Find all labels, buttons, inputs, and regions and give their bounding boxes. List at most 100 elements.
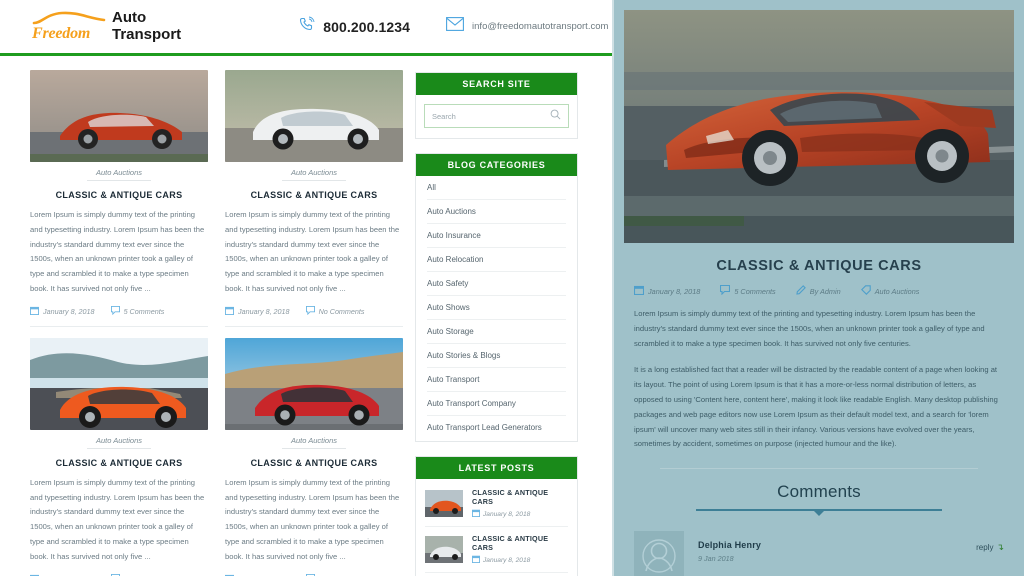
logo-wordmark: Auto Transport bbox=[112, 9, 182, 43]
post-category[interactable]: Auto Auctions bbox=[282, 168, 346, 181]
category-item[interactable]: Auto Transport bbox=[427, 368, 566, 392]
article-comments-text: 5 Comments bbox=[734, 286, 776, 296]
post-thumbnail[interactable] bbox=[225, 337, 403, 430]
car-swoosh-icon bbox=[32, 11, 106, 25]
site-logo[interactable]: Freedom Auto Transport bbox=[32, 9, 182, 43]
comment-date: 9 Jan 2018 bbox=[698, 554, 734, 564]
post-excerpt: Lorem Ipsum is simply dummy text of the … bbox=[30, 477, 205, 561]
article-paragraph-2: It is a long established fact that a rea… bbox=[634, 365, 998, 449]
latest-posts-list: CLASSIC & ANTIQUE CARS January 8, 2018 C… bbox=[416, 479, 577, 576]
categories-list: All Auto Auctions Auto Insurance Auto Re… bbox=[416, 176, 577, 441]
screen: Freedom Auto Transport 800.200.1234 info… bbox=[0, 0, 1024, 576]
article-category-text: Auto Auctions bbox=[874, 286, 920, 296]
reply-label: reply bbox=[976, 543, 994, 553]
phone-contact[interactable]: 800.200.1234 bbox=[299, 16, 410, 37]
category-item[interactable]: Auto Stories & Blogs bbox=[427, 344, 566, 368]
post-category[interactable]: Auto Auctions bbox=[87, 168, 151, 181]
category-item[interactable]: All bbox=[427, 176, 566, 200]
phone-icon bbox=[299, 16, 315, 37]
comment-icon bbox=[110, 305, 120, 317]
calendar-icon bbox=[633, 285, 645, 297]
category-item[interactable]: Auto Transport Lead Generators bbox=[427, 416, 566, 439]
category-item[interactable]: Auto Insurance bbox=[427, 224, 566, 248]
latest-post-title[interactable]: CLASSIC & ANTIQUE CARS bbox=[472, 488, 568, 506]
post-date: January 8, 2018 bbox=[30, 306, 95, 317]
post-meta: January 8, 2018 No Comments bbox=[225, 305, 403, 327]
envelope-icon bbox=[446, 17, 464, 36]
post-card[interactable]: Auto Auctions CLASSIC & ANTIQUE CARS Lor… bbox=[225, 70, 403, 327]
post-date: January 8, 2018 bbox=[225, 306, 290, 317]
latest-post-title[interactable]: CLASSIC & ANTIQUE CARS bbox=[472, 534, 568, 552]
post-category[interactable]: Auto Auctions bbox=[87, 436, 151, 449]
post-title[interactable]: CLASSIC & ANTIQUE CARS bbox=[225, 458, 403, 468]
category-item[interactable]: Auto Shows bbox=[427, 296, 566, 320]
comment-icon bbox=[305, 305, 315, 317]
category-item[interactable]: Auto Transport Company bbox=[427, 392, 566, 416]
comment-info: Delphia Henry 9 Jan 2018 bbox=[698, 531, 761, 563]
category-item[interactable]: Auto Auctions bbox=[427, 200, 566, 224]
article-title: CLASSIC & ANTIQUE CARS bbox=[716, 258, 922, 274]
posts-column: Auto Auctions CLASSIC & ANTIQUE CARS Lor… bbox=[0, 70, 404, 576]
post-thumbnail[interactable] bbox=[30, 70, 208, 162]
article-category[interactable]: Auto Auctions bbox=[860, 285, 920, 297]
post-title[interactable]: CLASSIC & ANTIQUE CARS bbox=[30, 458, 208, 468]
sidebar: SEARCH SITE BLOG CATEGORIES All bbox=[415, 70, 578, 576]
tag-icon bbox=[860, 285, 871, 297]
post-excerpt: Lorem Ipsum is simply dummy text of the … bbox=[225, 210, 400, 293]
search-icon[interactable] bbox=[550, 107, 561, 125]
comments-heading-underline bbox=[696, 509, 942, 512]
article-comments[interactable]: 5 Comments bbox=[720, 284, 776, 297]
reply-button[interactable]: reply ↴ bbox=[976, 531, 1004, 553]
reply-arrow-icon: ↴ bbox=[996, 542, 1004, 553]
search-input[interactable] bbox=[432, 111, 550, 121]
logo-line-2: Transport bbox=[112, 25, 182, 43]
posts-grid: Auto Auctions CLASSIC & ANTIQUE CARS Lor… bbox=[30, 70, 404, 576]
post-card[interactable]: Auto Auctions CLASSIC & ANTIQUE CARS Lor… bbox=[30, 70, 208, 327]
post-comments: 5 Comments bbox=[110, 305, 164, 317]
email-contact[interactable]: info@freedomautotransport.com bbox=[446, 17, 608, 36]
latest-post-meta: CLASSIC & ANTIQUE CARS January 8, 2018 bbox=[471, 534, 568, 565]
post-date-text: January 8, 2018 bbox=[238, 306, 290, 316]
logo-line-1: Auto bbox=[112, 9, 147, 27]
post-thumbnail[interactable] bbox=[30, 337, 208, 430]
latest-post-item[interactable]: CLASSIC & ANTIQUE CARS January 8, 2018 bbox=[425, 527, 568, 573]
post-title[interactable]: CLASSIC & ANTIQUE CARS bbox=[225, 190, 403, 200]
comment-author-name: Delphia Henry bbox=[698, 540, 762, 551]
search-widget-body bbox=[416, 95, 577, 138]
post-comments: No Comments bbox=[305, 305, 365, 317]
post-card[interactable]: Auto Auctions CLASSIC & ANTIQUE CARS Lor… bbox=[225, 337, 403, 576]
comments-divider bbox=[660, 468, 978, 470]
latest-post-thumbnail[interactable] bbox=[425, 536, 463, 563]
category-item[interactable]: Auto Relocation bbox=[427, 248, 566, 272]
post-excerpt: Lorem Ipsum is simply dummy text of the … bbox=[30, 210, 205, 293]
email-address: info@freedomautotransport.com bbox=[472, 21, 609, 32]
article-date-text: January 8, 2018 bbox=[648, 286, 701, 296]
comment-icon bbox=[720, 284, 731, 297]
article-author: By Admin bbox=[796, 285, 841, 297]
article-paragraph-1: Lorem Ipsum is simply dummy text of the … bbox=[634, 309, 985, 348]
post-thumbnail[interactable] bbox=[225, 70, 403, 162]
pencil-icon bbox=[796, 285, 806, 297]
latest-post-thumbnail[interactable] bbox=[425, 490, 463, 517]
post-title[interactable]: CLASSIC & ANTIQUE CARS bbox=[30, 190, 208, 200]
comment-item: Delphia Henry 9 Jan 2018 reply ↴ bbox=[624, 531, 1014, 576]
logo-script-word: Freedom bbox=[32, 25, 91, 42]
calendar-icon bbox=[471, 555, 481, 565]
article-date: January 8, 2018 bbox=[633, 285, 701, 297]
site-header: Freedom Auto Transport 800.200.1234 info… bbox=[0, 0, 612, 56]
latest-post-date-text: January 8, 2018 bbox=[483, 510, 531, 518]
post-date-text: January 8, 2018 bbox=[43, 306, 95, 316]
categories-widget: BLOG CATEGORIES All Auto Auctions Auto I… bbox=[415, 153, 578, 442]
post-card[interactable]: Auto Auctions CLASSIC & ANTIQUE CARS Lor… bbox=[30, 337, 208, 576]
calendar-icon bbox=[30, 306, 39, 317]
calendar-icon bbox=[471, 509, 481, 519]
category-item[interactable]: Auto Storage bbox=[427, 320, 566, 344]
category-item[interactable]: Auto Safety bbox=[427, 272, 566, 296]
calendar-icon bbox=[225, 306, 234, 317]
post-category[interactable]: Auto Auctions bbox=[282, 436, 346, 449]
categories-widget-heading: BLOG CATEGORIES bbox=[416, 154, 577, 176]
website-panel: Freedom Auto Transport 800.200.1234 info… bbox=[0, 0, 612, 576]
search-box[interactable] bbox=[424, 104, 569, 128]
latest-post-item[interactable]: CLASSIC & ANTIQUE CARS January 8, 2018 bbox=[425, 481, 568, 527]
phone-number: 800.200.1234 bbox=[323, 18, 411, 35]
